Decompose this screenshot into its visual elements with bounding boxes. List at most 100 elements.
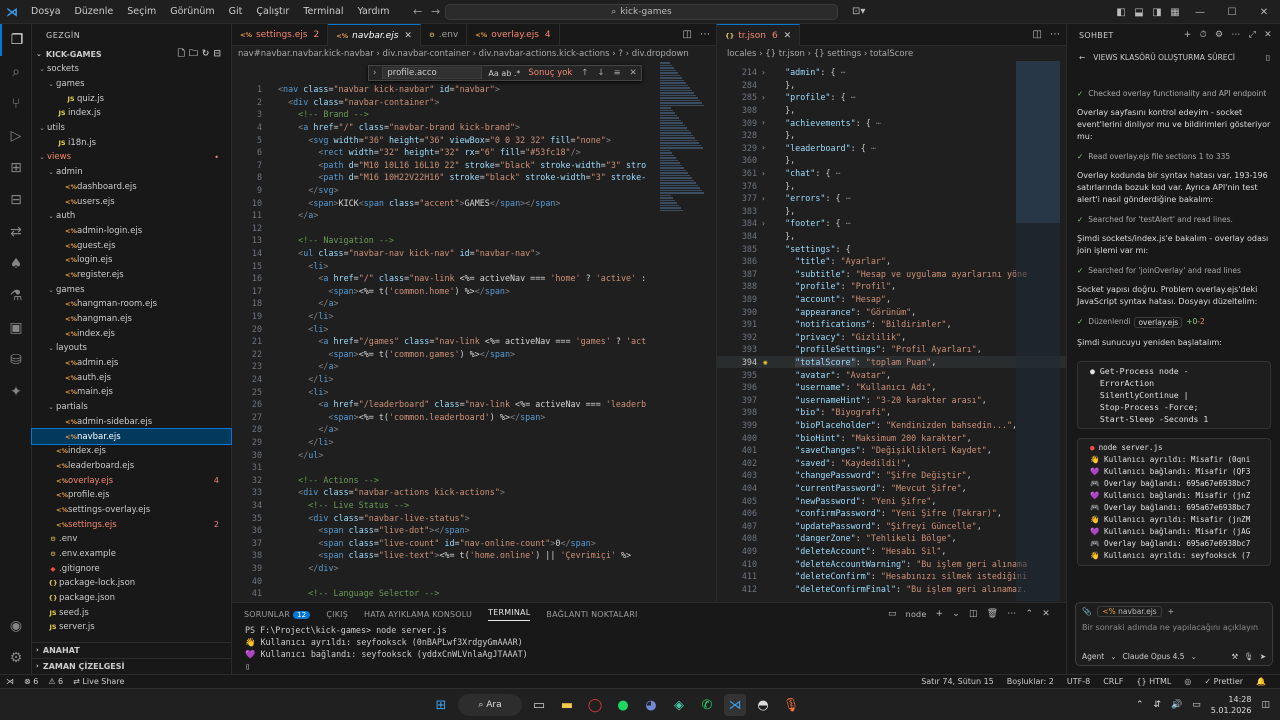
live-share-button[interactable]: ⇄ Live Share: [73, 677, 124, 686]
file-item[interactable]: <% leaderboard.ejs: [32, 459, 231, 474]
file-item[interactable]: <% users.ejs: [32, 194, 231, 209]
file-item[interactable]: JS i18n.js: [32, 135, 231, 150]
add-context-icon[interactable]: +: [1168, 607, 1174, 616]
find-input[interactable]: profile.acco: [382, 67, 483, 79]
volume-icon[interactable]: 🔊: [1171, 700, 1182, 710]
chat-tool-step[interactable]: ✓ Checked overlay functionality and API e…: [1077, 89, 1271, 98]
maximize-panel-icon[interactable]: ⌃: [1026, 609, 1034, 619]
code-line[interactable]: 19 </li>: [232, 310, 716, 323]
code-line[interactable]: 21 <a href="/games" class="nav-link <%= …: [232, 335, 716, 348]
code-line[interactable]: 393 "profileSettings": "Profil Ayarları"…: [717, 343, 1066, 356]
extensions-icon[interactable]: ⊞: [0, 152, 32, 184]
file-item[interactable]: <% hangman-room.ejs: [32, 297, 231, 312]
code-line[interactable]: 27 <span><%= t('common.leaderboard') %><…: [232, 411, 716, 424]
code-line[interactable]: 397 "usernameHint": "3-20 karakter arası…: [717, 394, 1066, 407]
tab-ports[interactable]: BAĞLANTI NOKTALARI: [546, 610, 637, 619]
code-line[interactable]: 214 › "admin": { ⋯: [717, 66, 1066, 79]
chat-terminal-command[interactable]: ● Get-Process node - ErrorAction Silentl…: [1077, 361, 1271, 429]
code-line[interactable]: 33 <div class="navbar-actions kick-actio…: [232, 486, 716, 499]
file-item[interactable]: <% navbar.ejs: [31, 428, 232, 445]
close-find-icon[interactable]: ✕: [630, 68, 637, 78]
code-line[interactable]: 32 <!-- Actions -->: [232, 474, 716, 487]
file-item[interactable]: {} package-lock.json: [32, 576, 231, 591]
code-line[interactable]: 11 </a>: [232, 209, 716, 222]
cursor-position[interactable]: Satır 74, Sütun 15: [921, 677, 994, 686]
run-debug-icon[interactable]: ▷: [0, 120, 32, 152]
folder-item[interactable]: ⌄ utils: [32, 121, 231, 136]
code-line[interactable]: 4 <a href="/" class="navbar-brand kick-b…: [232, 121, 716, 134]
spotify-icon[interactable]: ●: [612, 694, 634, 716]
code-line[interactable]: 392 "privacy": "Gizlilik",: [717, 331, 1066, 344]
fold-chevron-icon[interactable]: ›: [761, 68, 766, 77]
code-line[interactable]: 405 "newPassword": "Yeni Şifre",: [717, 494, 1066, 507]
fold-chevron-icon[interactable]: ›: [761, 93, 766, 102]
database-icon[interactable]: ⛁: [0, 344, 32, 376]
trash-icon[interactable]: 🗑: [987, 609, 999, 619]
explorer-actions[interactable]: 🗋🗀↻⊟: [178, 46, 225, 62]
send-icon[interactable]: ➤: [1260, 652, 1266, 661]
split-editor-icon[interactable]: ◫: [683, 29, 692, 40]
tab-output[interactable]: ÇIKIŞ: [326, 610, 348, 619]
code-line[interactable]: 6 <rect width="32" height="32" rx="6" fi…: [232, 146, 716, 159]
code-line[interactable]: 376 },: [717, 179, 1066, 192]
close-icon[interactable]: ✕: [1248, 7, 1280, 18]
code-line[interactable]: 396 "username": "Kullanıcı Adı",: [717, 381, 1066, 394]
code-line[interactable]: 17 <span><%= t('common.home') %></span>: [232, 285, 716, 298]
chat-terminal-output[interactable]: ● node server.js 👋 Kullanıcı ayrıldı: Misa…: [1077, 438, 1271, 566]
minimize-icon[interactable]: —: [1184, 7, 1216, 18]
code-line[interactable]: 2 <div class="navbar-container">: [232, 96, 716, 109]
more-actions-icon[interactable]: ⋯: [1050, 29, 1060, 40]
close-panel-icon[interactable]: ✕: [1042, 609, 1050, 619]
code-line[interactable]: 13 <!-- Navigation -->: [232, 234, 716, 247]
code-line[interactable]: 25 <li>: [232, 385, 716, 398]
file-item[interactable]: <% overlay.ejs 4: [32, 473, 231, 488]
windows-start-icon[interactable]: ⊞: [430, 694, 452, 716]
chat-input[interactable]: 📎 <% navbar.ejs + Bir sonraki adımda ne …: [1075, 602, 1273, 666]
file-item[interactable]: <% profile.ejs: [32, 488, 231, 503]
code-line[interactable]: 408 "dangerZone": "Tehlikeli Bölge",: [717, 532, 1066, 545]
fold-chevron-icon[interactable]: ›: [761, 143, 766, 152]
code-line[interactable]: 30 </ul>: [232, 448, 716, 461]
live-share-icon[interactable]: ⇄: [0, 216, 32, 248]
prettier-status[interactable]: ✓ Prettier: [1204, 677, 1243, 686]
file-item[interactable]: <% index.ejs: [32, 326, 231, 341]
next-match-icon[interactable]: ↓: [597, 68, 604, 78]
code-line[interactable]: 9 </svg>: [232, 184, 716, 197]
code-line[interactable]: 10 <span>KICK<span class="accent">GAMES<…: [232, 196, 716, 209]
code-line[interactable]: 360 },: [717, 154, 1066, 167]
code-line[interactable]: 8 <path d="M16 10H22V22H16" stroke="blac…: [232, 171, 716, 184]
menu-terminal[interactable]: Terminal: [296, 6, 350, 17]
folder-item[interactable]: ⌄ views •: [32, 150, 231, 165]
file-item[interactable]: <% auth.ejs: [32, 370, 231, 385]
code-line[interactable]: 401 "saveChanges": "Değişiklikleri Kayde…: [717, 444, 1066, 457]
new-chat-icon[interactable]: +: [1184, 30, 1192, 40]
code-line[interactable]: 394 ✺ "totalScore": "toplam Puan",: [717, 355, 1066, 369]
file-item[interactable]: <% guest.ejs: [32, 238, 231, 253]
menu-edit[interactable]: Düzenle: [68, 6, 121, 17]
code-line[interactable]: 28 </a>: [232, 423, 716, 436]
code-line[interactable]: 329 › "leaderboard": { ⋯: [717, 142, 1066, 155]
folder-item[interactable]: ⌄ games: [32, 282, 231, 297]
encoding[interactable]: UTF-8: [1067, 677, 1090, 686]
toggle-sidebar-icon[interactable]: ◧: [1112, 7, 1130, 18]
file-item[interactable]: <% settings-overlay.ejs: [32, 503, 231, 518]
code-line[interactable]: 20 <li>: [232, 322, 716, 335]
code-line[interactable]: 24 </li>: [232, 373, 716, 386]
breadcrumb[interactable]: nav#navbar.navbar.kick-navbar › div.navb…: [232, 46, 716, 61]
line-endings[interactable]: CRLF: [1103, 677, 1123, 686]
file-item[interactable]: <% settings.ejs 2: [32, 517, 231, 532]
code-line[interactable]: 389 "account": "Hesap",: [717, 293, 1066, 306]
toggle-panel-icon[interactable]: ⬓: [1130, 7, 1148, 18]
previous-match-icon[interactable]: ↑: [581, 68, 588, 78]
maximize-icon[interactable]: ⤢: [1249, 30, 1257, 40]
minimap-right[interactable]: [1016, 61, 1060, 601]
more-actions-icon[interactable]: ⋯: [1231, 30, 1240, 40]
copilot-icon[interactable]: ⊡▾: [852, 6, 865, 17]
code-line[interactable]: 409 "deleteAccount": "Hesabı Sil",: [717, 545, 1066, 558]
file-item[interactable]: JS seed.js: [32, 605, 231, 620]
network-icon[interactable]: ⇵: [1153, 700, 1161, 710]
edited-file-chip[interactable]: overlay.ejs: [1134, 317, 1183, 328]
file-item[interactable]: <% index.ejs: [32, 444, 231, 459]
code-line[interactable]: 403 "changePassword": "Şifre Değiştir",: [717, 469, 1066, 482]
battery-icon[interactable]: ▭: [1192, 700, 1201, 710]
